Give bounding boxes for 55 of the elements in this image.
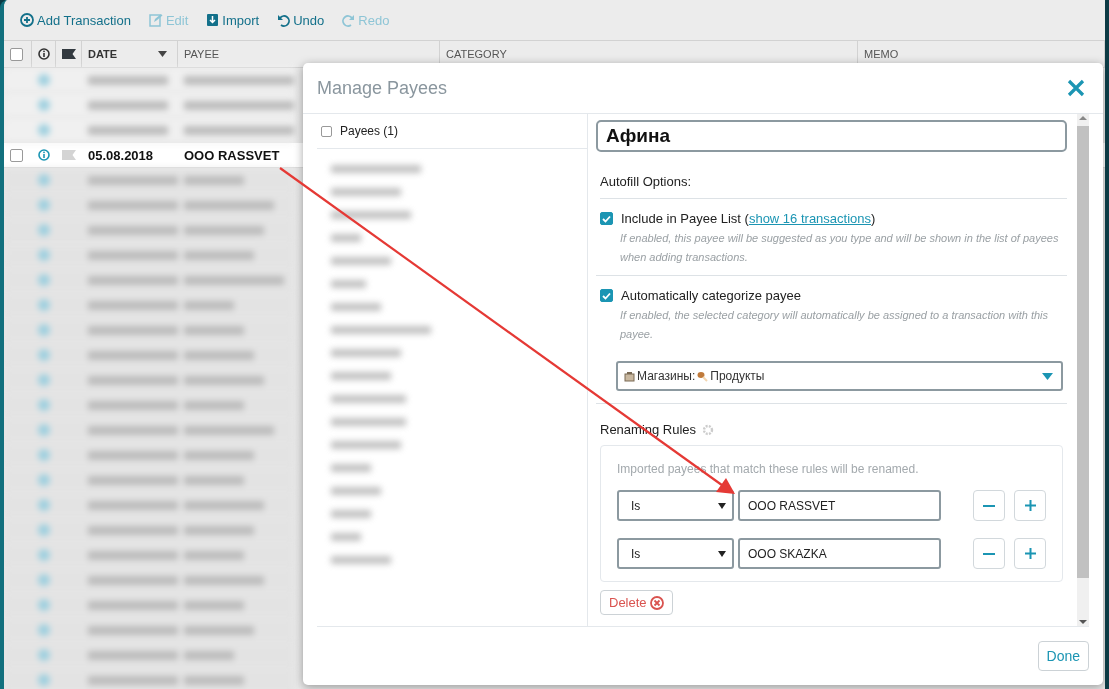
sort-caret-icon bbox=[158, 51, 167, 57]
shop-icon bbox=[624, 370, 635, 382]
dropdown-caret-icon bbox=[718, 502, 726, 509]
close-icon bbox=[1067, 79, 1085, 97]
option-description: If enabled, this payee will be suggested as you type and will be shown in the list of payees when adding transactions. bbox=[620, 231, 1060, 265]
autofill-heading: Autofill Options: bbox=[600, 174, 1067, 199]
add-button[interactable]: Add Transaction bbox=[18, 10, 133, 30]
payees-header: Payees (1) bbox=[340, 124, 399, 138]
column-header[interactable]: DATE bbox=[82, 41, 178, 67]
option-checkbox[interactable] bbox=[600, 212, 613, 225]
info-icon bbox=[38, 149, 50, 161]
plus-icon bbox=[1024, 548, 1036, 559]
show-transactions-link[interactable]: show 16 transactions bbox=[748, 211, 872, 226]
plus-icon bbox=[1024, 500, 1036, 511]
remove-rule-button[interactable] bbox=[973, 490, 1005, 521]
add-rule-button[interactable] bbox=[1014, 538, 1046, 569]
scroll-down-icon[interactable] bbox=[1079, 618, 1087, 626]
dropdown-caret-icon bbox=[718, 550, 726, 557]
option-description: If enabled, the selected category will automatically be assigned to a transaction with this payee. bbox=[620, 308, 1050, 342]
payee-name-field[interactable]: Афина bbox=[596, 120, 1067, 152]
pencil-square-icon bbox=[148, 13, 163, 27]
minus-icon bbox=[983, 552, 995, 555]
payee-cell-text: OOO RASSVET bbox=[183, 147, 281, 163]
import-document-icon bbox=[206, 13, 220, 27]
delete-button[interactable]: Delete bbox=[600, 590, 673, 615]
info-column-icon bbox=[38, 48, 50, 60]
row-checkbox[interactable] bbox=[10, 148, 23, 162]
drumstick-icon bbox=[697, 370, 709, 382]
plus-circle-icon bbox=[20, 13, 34, 27]
redo-icon bbox=[342, 13, 356, 27]
rule-value-field[interactable]: OOO RASSVET bbox=[738, 490, 941, 521]
done-button[interactable]: Done bbox=[1037, 641, 1089, 671]
close-circle-icon bbox=[649, 595, 664, 610]
remove-rule-button[interactable] bbox=[973, 538, 1005, 569]
undo-icon bbox=[277, 13, 291, 27]
payees-checkbox[interactable] bbox=[321, 125, 332, 137]
date-cell-text: 05.08.2018 bbox=[87, 147, 155, 163]
category-select[interactable]: Магазины: Продукты bbox=[616, 361, 1063, 391]
rule-value-field[interactable]: OOO SKAZKA bbox=[738, 538, 941, 569]
dialog-title: Manage Payees bbox=[317, 77, 448, 99]
option-label: Include in Payee List (show 16 transactions) bbox=[621, 211, 876, 226]
option-checkbox[interactable] bbox=[600, 289, 613, 302]
undo-button[interactable]: Undo bbox=[275, 10, 327, 30]
flag-column-icon bbox=[62, 49, 76, 59]
minus-icon bbox=[983, 504, 995, 507]
close-button[interactable] bbox=[1067, 79, 1085, 97]
rule-operator-select[interactable]: Is bbox=[617, 538, 734, 569]
import-button[interactable]: Import bbox=[204, 10, 262, 30]
select-all-checkbox[interactable] bbox=[10, 47, 23, 61]
scrollbar[interactable] bbox=[1077, 114, 1089, 626]
add-rule-button[interactable] bbox=[1014, 490, 1046, 521]
rule-operator-select[interactable]: Is bbox=[617, 490, 734, 521]
scroll-up-icon[interactable] bbox=[1079, 114, 1087, 122]
dropdown-caret-icon bbox=[1042, 372, 1053, 380]
option-label: Automatically categorize payee bbox=[621, 288, 801, 303]
